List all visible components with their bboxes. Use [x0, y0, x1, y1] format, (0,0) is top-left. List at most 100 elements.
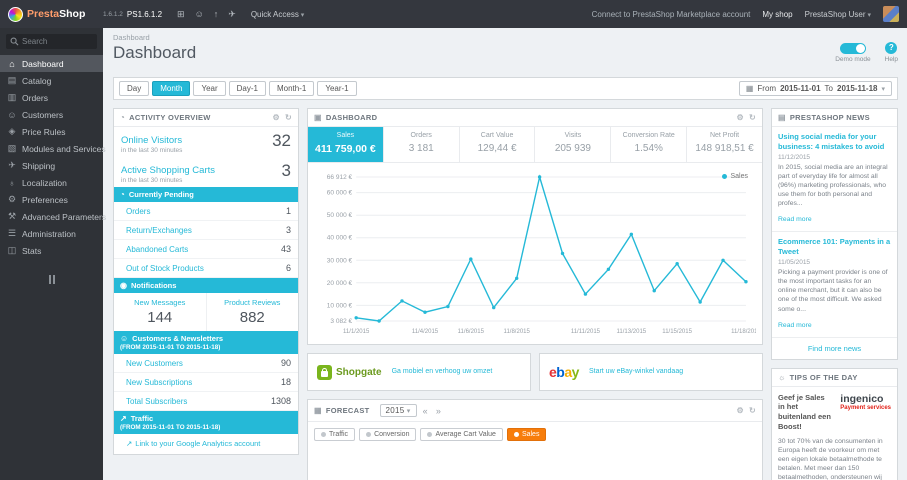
shopgate-promo-link[interactable]: Ga mobiel en verhoog uw omzet [392, 367, 493, 376]
date-filter-bar: Day Month Year Day-1 Month-1 Year-1 ▦ Fr… [113, 77, 898, 100]
shopgate-promo[interactable]: Shopgate Ga mobiel en verhoog uw omzet [307, 353, 531, 391]
news-panel-title: PRESTASHOP NEWS [789, 113, 870, 122]
date-range-picker[interactable]: ▦ From 2015-11-01 To 2015-11-18 [738, 81, 892, 96]
sidebar-item-catalog[interactable]: ▤ Catalog [0, 72, 103, 89]
read-more-link[interactable]: Read more [778, 216, 812, 223]
pending-orders-row[interactable]: Orders 1 [114, 202, 298, 221]
panel-settings-icon[interactable]: ⚙ [737, 113, 744, 122]
svg-text:50 000 €: 50 000 € [327, 212, 353, 219]
active-carts-stat[interactable]: Active Shopping Carts 3 in the last 30 mi… [114, 157, 298, 187]
collapse-menu-button[interactable] [48, 275, 55, 284]
previous-year-button[interactable]: « [421, 406, 430, 416]
new-messages-stat[interactable]: New Messages 144 [114, 293, 206, 331]
shopgate-logo: Shopgate [317, 364, 382, 380]
out-of-stock-row[interactable]: Out of Stock Products 6 [114, 259, 298, 278]
chart-legend-sales[interactable]: Sales [722, 173, 748, 180]
panel-settings-icon[interactable]: ⚙ [273, 113, 280, 122]
svg-text:11/13/2015: 11/13/2015 [617, 329, 647, 335]
kpi-sales[interactable]: Sales 411 759,00 € [308, 127, 384, 162]
sidebar-item-modules[interactable]: ▧ Modules and Services [0, 140, 106, 157]
filter-day-1-button[interactable]: Day-1 [228, 81, 266, 96]
traffic-header: ↗ Traffic (FROM 2015-11-01 TO 2015-11-18) [114, 411, 298, 434]
customers-icon[interactable]: ☺ [195, 9, 204, 19]
my-shop-link[interactable]: My shop [762, 10, 792, 19]
kpi-visits[interactable]: Visits 205 939 [535, 127, 612, 162]
filter-month-1-button[interactable]: Month-1 [268, 81, 315, 96]
svg-text:60 000 €: 60 000 € [327, 190, 353, 197]
google-analytics-link[interactable]: ↗ Link to your Google Analytics account [114, 434, 298, 454]
sidebar: ⌂ Dashboard ▤ Catalog ▥ Orders ☺ Customers ◈… [0, 28, 106, 480]
product-reviews-stat[interactable]: Product Reviews 882 [205, 293, 299, 331]
panel-settings-icon[interactable]: ⚙ [737, 406, 744, 415]
forecast-toggle-traffic[interactable]: Traffic [314, 428, 356, 441]
kpi-conversion-rate[interactable]: Conversion Rate 1.54% [611, 127, 688, 162]
sidebar-item-stats[interactable]: ◫ Stats [0, 242, 103, 259]
ebay-promo-link[interactable]: Start uw eBay-winkel vandaag [589, 367, 683, 376]
forecast-toggle-sales[interactable]: Sales [506, 428, 547, 441]
svg-text:66 912 €: 66 912 € [327, 174, 353, 181]
breadcrumb: Dashboard [113, 33, 150, 42]
new-customers-row[interactable]: New Customers 90 [114, 354, 298, 373]
shipping-icon: ✈ [8, 160, 16, 170]
filter-year-1-button[interactable]: Year-1 [317, 81, 357, 96]
svg-text:10 000 €: 10 000 € [327, 302, 353, 309]
forecast-year-select[interactable]: 2015 [379, 404, 417, 417]
topbar-right: Connect to PrestaShop Marketplace accoun… [592, 6, 907, 22]
sidebar-search[interactable] [6, 34, 97, 49]
demo-mode-toggle[interactable] [839, 43, 866, 54]
row-value: 43 [280, 244, 291, 254]
filter-year-button[interactable]: Year [193, 81, 226, 96]
row-label: Out of Stock Products [126, 263, 204, 273]
sidebar-item-preferences[interactable]: ⚙ Preferences [0, 191, 103, 208]
panel-refresh-icon[interactable]: ↻ [749, 406, 756, 415]
next-year-button[interactable]: » [434, 406, 443, 416]
forecast-toggle-average-cart-value[interactable]: Average Cart Value [420, 428, 503, 441]
online-visitors-stat[interactable]: Online Visitors 32 in the last 30 minutes [114, 127, 298, 157]
user-avatar[interactable] [883, 6, 899, 22]
search-icon [10, 37, 19, 46]
sidebar-item-orders[interactable]: ▥ Orders [0, 89, 103, 106]
sidebar-item-price-rules[interactable]: ◈ Price Rules [0, 123, 103, 140]
row-label: Orders [126, 206, 151, 216]
cart-icon[interactable]: ⊞ [177, 9, 185, 20]
calendar-icon: ▦ [745, 84, 754, 93]
sidebar-item-shipping[interactable]: ✈ Shipping [0, 157, 103, 174]
shop-name-link[interactable]: PS1.6.1.2 [127, 10, 162, 19]
prestashop-logo[interactable]: PrestaShop [0, 6, 103, 22]
news-item-title-link[interactable]: Ecommerce 101: Payments in a Tweet [778, 237, 891, 257]
upload-icon[interactable]: ↑ [214, 9, 219, 19]
panel-refresh-icon[interactable]: ↻ [285, 113, 292, 122]
kpi-orders[interactable]: Orders 3 181 [384, 127, 460, 162]
sidebar-item-label: Preferences [22, 194, 68, 205]
filter-day-button[interactable]: Day [119, 81, 150, 96]
sidebar-item-advanced-parameters[interactable]: ⚒ Advanced Parameters [0, 208, 106, 225]
total-subscribers-row[interactable]: Total Subscribers 1308 [114, 392, 298, 411]
abandoned-carts-row[interactable]: Abandoned Carts 43 [114, 240, 298, 259]
find-more-news-link[interactable]: Find more news [772, 338, 897, 359]
filter-month-button[interactable]: Month [152, 81, 191, 96]
modules-icon[interactable]: ✈ [228, 9, 236, 20]
marketplace-connect-link[interactable]: Connect to PrestaShop Marketplace accoun… [592, 10, 751, 19]
forecast-panel-title: FORECAST [325, 406, 370, 415]
sidebar-item-localization[interactable]: ♁ Localization [0, 174, 103, 191]
kpi-net-profit[interactable]: Net Profit 148 918,51 € [687, 127, 762, 162]
news-item-title-link[interactable]: Using social media for your business: 4 … [778, 132, 891, 152]
ebay-promo[interactable]: ebay Start uw eBay-winkel vandaag [539, 353, 763, 391]
page-title: Dashboard [113, 43, 197, 62]
svg-text:11/8/2015: 11/8/2015 [504, 329, 531, 335]
forecast-toggle-conversion[interactable]: Conversion [359, 428, 417, 441]
pending-returns-row[interactable]: Return/Exchanges 3 [114, 221, 298, 240]
sidebar-item-administration[interactable]: ☰ Administration [0, 225, 103, 242]
search-input[interactable] [22, 37, 92, 46]
kpi-cart-value[interactable]: Cart Value 129,44 € [460, 127, 536, 162]
date-from-label: From [757, 84, 777, 93]
read-more-link[interactable]: Read more [778, 322, 812, 329]
quick-access-menu[interactable]: Quick Access [251, 10, 304, 19]
help-icon[interactable]: ? [885, 42, 898, 54]
panel-refresh-icon[interactable]: ↻ [749, 113, 756, 122]
new-subscriptions-row[interactable]: New Subscriptions 18 [114, 373, 298, 392]
sidebar-item-customers[interactable]: ☺ Customers [0, 106, 103, 123]
kpi-value: 411 759,00 € [315, 143, 376, 155]
sidebar-item-dashboard[interactable]: ⌂ Dashboard [0, 55, 103, 72]
user-menu[interactable]: PrestaShop User [805, 10, 871, 19]
